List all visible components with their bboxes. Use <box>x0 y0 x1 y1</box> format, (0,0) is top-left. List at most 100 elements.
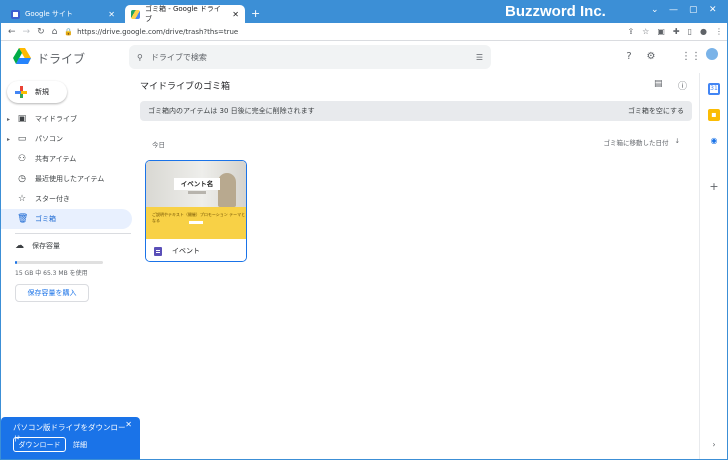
sidebar-nav: ▸ ▣ マイドライブ ▸ ▭ パソコン ⚇ 共有アイテム ◷ 最近使用したアイテム ☆ スター付き 🗑 ゴ… <box>1 109 132 229</box>
google-forms-icon <box>154 246 162 256</box>
app-icon[interactable]: ▣ <box>657 27 665 36</box>
close-tab-icon[interactable]: ✕ <box>108 10 115 19</box>
people-icon: ⚇ <box>17 154 27 164</box>
extensions-icon[interactable]: ✚ <box>673 27 680 36</box>
storage-item[interactable]: ☁ 保存容量 <box>15 241 60 251</box>
search-options-icon[interactable]: ☰ <box>476 53 483 62</box>
keep-icon[interactable]: ▪ <box>708 109 720 121</box>
sidebar-item-1[interactable]: ▸ ▭ パソコン <box>1 129 132 149</box>
expand-arrow-icon[interactable]: ▸ <box>7 136 10 143</box>
sidebar-item-5[interactable]: 🗑 ゴミ箱 <box>1 209 132 229</box>
chevron-right-icon[interactable]: › <box>708 439 720 451</box>
close-tab-icon[interactable]: ✕ <box>232 10 239 19</box>
sidebar-item-2[interactable]: ⚇ 共有アイテム <box>1 149 132 169</box>
sidebar-item-label: パソコン <box>35 135 63 143</box>
list-view-icon[interactable]: ▤ <box>654 79 663 89</box>
profile-icon[interactable]: ● <box>700 27 707 36</box>
storage-bar <box>15 261 103 264</box>
clock-icon: ◷ <box>18 174 26 184</box>
my-drive-icon: ▣ <box>17 114 27 124</box>
plus-icon <box>15 86 27 98</box>
menu-icon[interactable]: ⋮ <box>715 27 723 36</box>
chevron-down-icon[interactable]: ⌄ <box>651 5 659 15</box>
brand-overlay: Buzzword Inc. <box>505 3 606 20</box>
url-text: https://drive.google.com/drive/trash?ths… <box>77 27 239 36</box>
new-button-label: 新規 <box>35 88 49 96</box>
sidebar-item-label: 共有アイテム <box>35 155 77 163</box>
sidebar-item-3[interactable]: ◷ 最近使用したアイテム <box>1 169 132 189</box>
forward-icon[interactable]: → <box>23 27 31 37</box>
browser-window: Google サイト ✕ ゴミ箱 - Google ドライブ ✕ + Buzzw… <box>0 0 728 460</box>
file-name: イベント <box>172 247 200 255</box>
url-field[interactable]: 🔒 https://drive.google.com/drive/trash?t… <box>64 28 620 36</box>
sort-label: ゴミ箱に移動した日付 <box>603 139 669 147</box>
sidebar-item-label: 最近使用したアイテム <box>35 175 105 183</box>
download-button[interactable]: ダウンロード <box>13 437 66 452</box>
computer-icon: ▭ <box>17 134 27 144</box>
empty-trash-button[interactable]: ゴミ箱を空にする <box>628 106 684 116</box>
storage-label: 保存容量 <box>32 242 60 250</box>
avatar[interactable] <box>705 47 719 61</box>
thumb-title: イベント名 <box>174 178 220 190</box>
browser-toolbar: ⇪ ☆ ▣ ✚ ▯ ● ⋮ <box>627 27 723 36</box>
title-bar: Google サイト ✕ ゴミ箱 - Google ドライブ ✕ + Buzzw… <box>1 1 727 23</box>
maximize-icon[interactable]: ▢ <box>689 5 698 15</box>
minimize-icon[interactable]: — <box>669 5 678 15</box>
star-icon: ☆ <box>17 194 27 204</box>
apps-grid-icon[interactable]: ⋮⋮ <box>681 51 701 63</box>
tasks-icon[interactable]: ◉ <box>708 135 720 147</box>
close-window-icon[interactable]: ✕ <box>709 5 717 15</box>
sidebar-item-4[interactable]: ☆ スター付き <box>1 189 132 209</box>
address-bar: ← → ↻ ⌂ 🔒 https://drive.google.com/drive… <box>1 23 727 41</box>
cloud-icon: ☁ <box>15 241 24 251</box>
sidebar-item-0[interactable]: ▸ ▣ マイドライブ <box>1 109 132 129</box>
back-icon[interactable]: ← <box>8 27 16 37</box>
storage-usage: 15 GB 中 65.3 MB を使用 <box>15 270 88 277</box>
new-tab-icon[interactable]: + <box>251 7 260 20</box>
close-icon[interactable]: ✕ <box>125 420 132 429</box>
buy-storage-button[interactable]: 保存容量を購入 <box>15 284 89 302</box>
thumb-subtitle <box>188 191 206 194</box>
google-sites-icon <box>11 9 20 19</box>
drive-favicon-icon <box>131 9 140 19</box>
tab-title: Google サイト <box>25 10 73 18</box>
search-input[interactable]: ドライブで検索 <box>151 52 468 63</box>
trash-icon: 🗑 <box>17 214 29 224</box>
info-icon[interactable]: ⓘ <box>678 79 687 92</box>
add-addon-icon[interactable]: + <box>708 181 720 193</box>
calendar-icon[interactable]: 31 <box>708 83 720 95</box>
trash-banner: ゴミ箱内のアイテムは 30 日後に完全に削除されます ゴミ箱を空にする <box>140 101 692 121</box>
file-thumbnail: イベント名 ご説明やテキスト（開催）プロモーション テーマとなる <box>146 161 246 239</box>
banner-text: ゴミ箱内のアイテムは 30 日後に完全に削除されます <box>148 107 315 115</box>
sidebar-divider <box>15 233 131 234</box>
help-icon[interactable]: ? <box>623 51 635 63</box>
reload-icon[interactable]: ↻ <box>37 27 45 37</box>
storage-bar-fill <box>15 261 17 264</box>
details-link[interactable]: 詳細 <box>73 440 87 450</box>
file-card[interactable]: イベント名 ご説明やテキスト（開催）プロモーション テーマとなる イベント <box>145 160 247 262</box>
expand-arrow-icon[interactable]: ▸ <box>7 116 10 123</box>
download-promo: パソコン版ドライブをダウンロード ✕ ダウンロード 詳細 <box>1 417 140 459</box>
sort-control[interactable]: ゴミ箱に移動した日付 ↓ <box>604 137 680 147</box>
new-button[interactable]: 新規 <box>7 81 67 103</box>
tab-title: ゴミ箱 - Google ドライブ <box>145 5 221 23</box>
tab-drive-trash[interactable]: ゴミ箱 - Google ドライブ ✕ <box>125 5 245 23</box>
drive-logo-text[interactable]: ドライブ <box>37 50 85 67</box>
settings-icon[interactable]: ⚙ <box>645 51 657 63</box>
sidebar-item-label: マイドライブ <box>35 115 77 123</box>
sidepanel-icon[interactable]: ▯ <box>688 27 692 36</box>
drive-logo-icon[interactable] <box>13 48 31 64</box>
home-icon[interactable]: ⌂ <box>52 27 58 37</box>
arrow-down-icon[interactable]: ↓ <box>675 137 680 147</box>
bookmark-star-icon[interactable]: ☆ <box>642 27 649 36</box>
share-icon[interactable]: ⇪ <box>627 27 634 36</box>
sidebar-item-label: スター付き <box>35 195 70 203</box>
search-bar[interactable]: ⚲ ドライブで検索 ☰ <box>129 45 491 69</box>
section-label: 今日 <box>152 141 165 149</box>
search-icon[interactable]: ⚲ <box>137 53 143 62</box>
lock-icon: 🔒 <box>64 27 74 36</box>
sidebar-item-label: ゴミ箱 <box>35 215 56 223</box>
tab-google-sites[interactable]: Google サイト ✕ <box>5 5 121 23</box>
page-title: マイドライブのゴミ箱 <box>140 82 231 92</box>
right-side-panel: 31 ▪ ◉ + › <box>699 73 727 459</box>
